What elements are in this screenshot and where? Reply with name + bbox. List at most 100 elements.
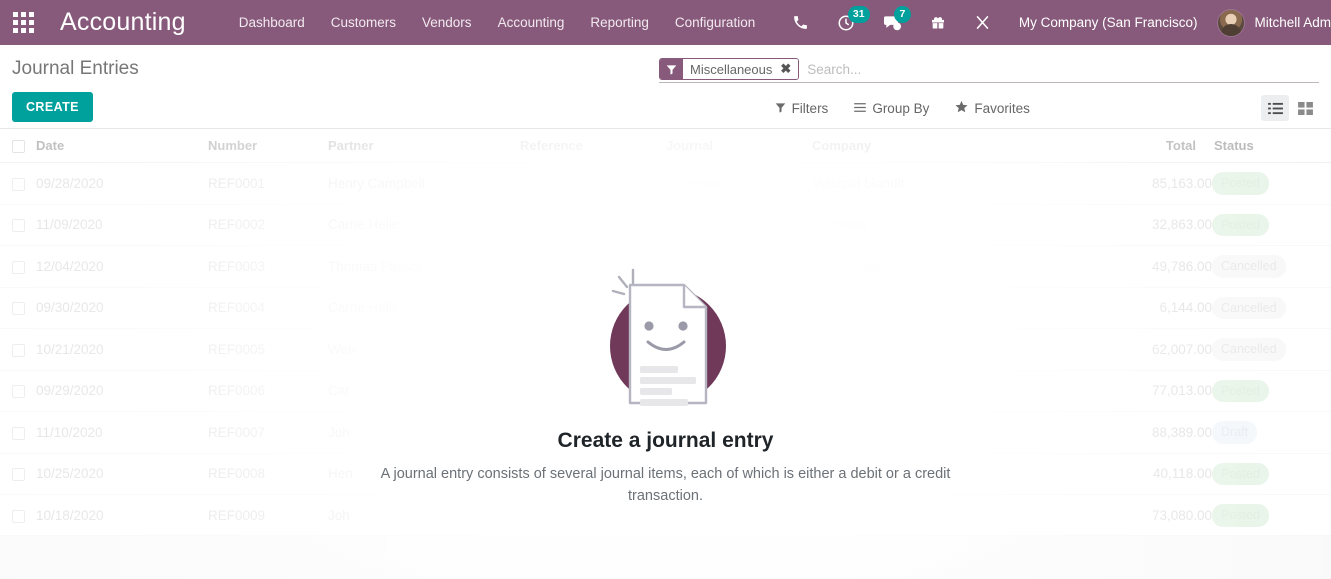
- control-panel-left: Journal Entries CREATE: [12, 45, 139, 122]
- row-checkbox[interactable]: [12, 427, 25, 440]
- cell-number: REF0004: [208, 287, 328, 329]
- breadcrumb[interactable]: Journal Entries: [12, 59, 139, 80]
- table-row[interactable]: 09/29/2020 REF0006 Car 77,013.00 Posted: [0, 370, 1331, 412]
- row-checkbox[interactable]: [12, 219, 25, 232]
- status-badge: Draft: [1212, 421, 1257, 444]
- row-checkbox[interactable]: [12, 302, 25, 315]
- table-row[interactable]: 09/28/2020 REF0001 Henry Campbell In mas…: [0, 163, 1331, 205]
- cell-journal: In massa: [666, 246, 812, 288]
- cell-journal: [666, 412, 812, 454]
- cell-total: 85,163.00: [1082, 163, 1212, 205]
- cell-partner: Joh: [328, 412, 520, 454]
- table-row[interactable]: 12/04/2020 REF0003 Thomas Passot In mass…: [0, 246, 1331, 288]
- table-body: 09/28/2020 REF0001 Henry Campbell In mas…: [0, 163, 1331, 579]
- activity-count-badge: 31: [848, 6, 870, 23]
- column-header-company[interactable]: Company: [812, 129, 1082, 163]
- column-header-date[interactable]: Date: [36, 129, 208, 163]
- user-menu-label: Mitchell Adm: [1254, 15, 1331, 30]
- table-row[interactable]: 11/09/2020 REF0002 Carrie Helle In massa…: [0, 204, 1331, 246]
- cell-total: 62,007.00: [1082, 329, 1212, 371]
- tools-icon-button[interactable]: [960, 0, 1005, 45]
- filter-icon: [775, 101, 786, 116]
- cell-partner: Henry Campbell: [328, 163, 520, 205]
- row-checkbox[interactable]: [12, 510, 25, 523]
- filters-dropdown[interactable]: Filters: [775, 101, 829, 116]
- cell-partner: Carrie Helle: [328, 287, 520, 329]
- search-facet-miscellaneous[interactable]: Miscellaneous ✖: [659, 58, 799, 80]
- row-checkbox[interactable]: [12, 468, 25, 481]
- status-badge: Cancelled: [1212, 255, 1286, 278]
- cell-date: 11/10/2020: [36, 412, 208, 454]
- cell-number: REF0002: [208, 204, 328, 246]
- cell-number: REF0009: [208, 495, 328, 537]
- menu-item-reporting[interactable]: Reporting: [577, 3, 662, 42]
- table-row[interactable]: 09/30/2020 REF0004 Carrie Helle In massa…: [0, 287, 1331, 329]
- table-row[interactable]: 10/25/2020 REF0008 Hen 40,118.00 Posted: [0, 453, 1331, 495]
- list-view-icon: [1268, 102, 1283, 115]
- cell-date: 11/09/2020: [36, 204, 208, 246]
- cell-date: 10/21/2020: [36, 329, 208, 371]
- list-view-button[interactable]: [1261, 95, 1289, 121]
- journal-entries-table: Date Number Partner Reference Journal Co…: [0, 129, 1331, 579]
- column-header-status[interactable]: Status: [1212, 129, 1331, 163]
- row-checkbox[interactable]: [12, 178, 25, 191]
- app-brand-accounting[interactable]: Accounting: [60, 8, 186, 37]
- phone-icon-button[interactable]: [778, 0, 823, 45]
- filters-label: Filters: [792, 101, 829, 116]
- column-header-journal[interactable]: Journal: [666, 129, 812, 163]
- favorites-dropdown[interactable]: Favorites: [955, 101, 1030, 116]
- cell-total: 6,144.00: [1082, 287, 1212, 329]
- column-header-partner[interactable]: Partner: [328, 129, 520, 163]
- menu-item-dashboard[interactable]: Dashboard: [226, 3, 318, 42]
- footer-strip: [0, 535, 1331, 579]
- row-checkbox[interactable]: [12, 261, 25, 274]
- company-switcher[interactable]: My Company (San Francisco): [1005, 15, 1212, 30]
- column-header-reference[interactable]: Reference: [520, 129, 666, 163]
- cell-company: [812, 370, 1082, 412]
- menu-item-configuration[interactable]: Configuration: [662, 3, 768, 42]
- gift-icon-button[interactable]: [916, 0, 960, 45]
- cell-reference: [520, 287, 666, 329]
- search-box[interactable]: Miscellaneous ✖: [659, 57, 1319, 83]
- select-all-checkbox[interactable]: [12, 140, 25, 153]
- table-row[interactable]: 11/10/2020 REF0007 Joh 88,389.00 Draft: [0, 412, 1331, 454]
- create-button[interactable]: CREATE: [12, 92, 93, 122]
- cell-company: In massa: [812, 204, 1082, 246]
- cell-journal: In massa: [666, 204, 812, 246]
- apps-launcher-button[interactable]: [0, 0, 46, 45]
- select-all-header: [0, 129, 36, 163]
- menu-item-accounting[interactable]: Accounting: [485, 3, 578, 42]
- column-header-number[interactable]: Number: [208, 129, 328, 163]
- messages-icon-button[interactable]: 7: [869, 0, 916, 45]
- search-toolbar: Filters Group By: [659, 95, 1319, 121]
- user-menu[interactable]: Mitchell Adm: [1211, 9, 1331, 37]
- menu-item-customers[interactable]: Customers: [318, 3, 409, 42]
- cell-total: 88,389.00: [1082, 412, 1212, 454]
- star-icon: [955, 101, 968, 116]
- close-icon[interactable]: ✖: [778, 59, 798, 79]
- cell-journal: [666, 495, 812, 537]
- cell-journal: In massa: [666, 163, 812, 205]
- cell-date: 12/04/2020: [36, 246, 208, 288]
- cell-partner: Thomas Passot: [328, 246, 520, 288]
- cell-date: 09/29/2020: [36, 370, 208, 412]
- menu-item-vendors[interactable]: Vendors: [409, 3, 485, 42]
- column-header-total[interactable]: Total: [1082, 129, 1212, 163]
- activity-clock-icon-button[interactable]: 31: [823, 0, 869, 45]
- cell-number: REF0005: [208, 329, 328, 371]
- table-row[interactable]: 10/21/2020 REF0005 Wen 62,007.00 Cancell…: [0, 329, 1331, 371]
- table-row[interactable]: 10/18/2020 REF0009 Joh 73,080.00 Posted: [0, 495, 1331, 537]
- cell-date: 09/28/2020: [36, 163, 208, 205]
- cell-total: 49,786.00: [1082, 246, 1212, 288]
- row-checkbox[interactable]: [12, 344, 25, 357]
- cell-reference: [520, 370, 666, 412]
- search-input[interactable]: [799, 57, 1319, 82]
- cell-partner: Wen: [328, 329, 520, 371]
- groupby-dropdown[interactable]: Group By: [854, 101, 929, 116]
- cell-partner: Joh: [328, 495, 520, 537]
- view-switcher: [1261, 95, 1319, 121]
- control-panel: Journal Entries CREATE Miscellaneous ✖: [0, 45, 1331, 129]
- list-lines-icon: [854, 101, 866, 116]
- row-checkbox[interactable]: [12, 385, 25, 398]
- kanban-view-button[interactable]: [1291, 95, 1319, 121]
